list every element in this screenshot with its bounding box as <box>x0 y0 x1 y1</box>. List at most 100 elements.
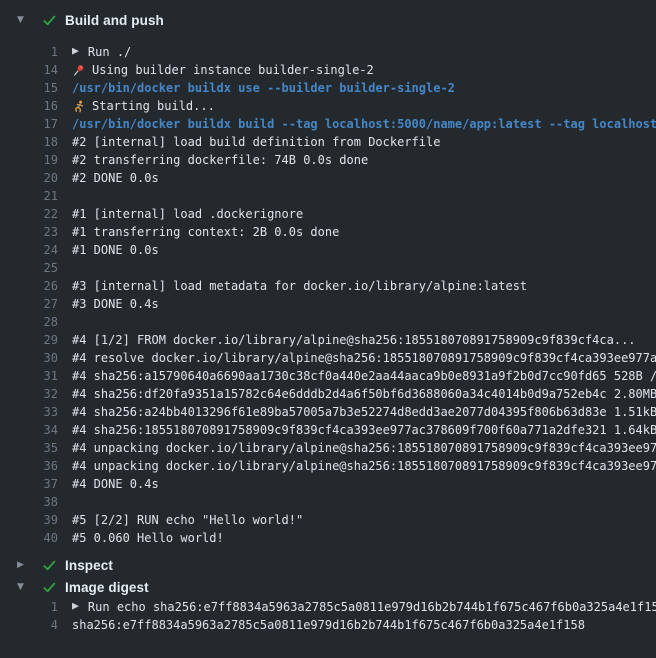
line-content: #4 unpacking docker.io/library/alpine@sh… <box>58 459 656 473</box>
log-line: 40 #5 0.060 Hello world! <box>0 529 656 547</box>
line-number[interactable]: 21 <box>0 189 58 203</box>
log-line: 22 #1 [internal] load .dockerignore <box>0 205 656 223</box>
line-content: #2 [internal] load build definition from… <box>58 135 656 149</box>
log-line: 15 /usr/bin/docker buildx use --builder … <box>0 79 656 97</box>
line-content: #2 transferring dockerfile: 74B 0.0s don… <box>58 153 656 167</box>
line-content: #4 sha256:185518070891758909c9f839cf4ca3… <box>58 423 656 437</box>
line-content: Starting build... <box>58 99 656 113</box>
line-number[interactable]: 1 <box>0 600 58 614</box>
line-number[interactable]: 35 <box>0 441 58 455</box>
line-number[interactable]: 20 <box>0 171 58 185</box>
line-number[interactable]: 28 <box>0 315 58 329</box>
line-number[interactable]: 30 <box>0 351 58 365</box>
log-line: 4 sha256:e7ff8834a5963a2785c5a0811e979d1… <box>0 616 656 634</box>
line-content: #5 [2/2] RUN echo "Hello world!" <box>58 513 656 527</box>
line-number[interactable]: 22 <box>0 207 58 221</box>
line-text: #4 sha256:a24bb4013296f61e89ba57005a7b3e… <box>72 405 656 419</box>
line-content: #1 transferring context: 2B 0.0s done <box>58 225 656 239</box>
section-header[interactable]: ▼ Image digest <box>0 576 656 598</box>
line-text: #4 unpacking docker.io/library/alpine@sh… <box>72 459 656 473</box>
line-text: #4 sha256:a15790640a6690aa1730c38cf0a440… <box>72 369 656 383</box>
disclosure-triangle-icon[interactable]: ▼ <box>17 576 42 598</box>
line-number[interactable]: 17 <box>0 117 58 131</box>
line-content: #1 [internal] load .dockerignore <box>58 207 656 221</box>
line-content: #4 sha256:a24bb4013296f61e89ba57005a7b3e… <box>58 405 656 419</box>
line-number[interactable]: 31 <box>0 369 58 383</box>
line-content: #4 unpacking docker.io/library/alpine@sh… <box>58 441 656 455</box>
line-number[interactable]: 25 <box>0 261 58 275</box>
line-number[interactable]: 40 <box>0 531 58 545</box>
play-icon[interactable]: ▶ <box>72 602 79 612</box>
line-content: ▶ Run echo sha256:e7ff8834a5963a2785c5a0… <box>58 600 656 614</box>
section-header[interactable]: ▼ Build and push <box>0 9 656 31</box>
play-icon[interactable]: ▶ <box>72 47 79 57</box>
log-line: 17 /usr/bin/docker buildx build --tag lo… <box>0 115 656 133</box>
line-number[interactable]: 39 <box>0 513 58 527</box>
line-text: #4 DONE 0.4s <box>72 477 159 491</box>
line-text: #5 [2/2] RUN echo "Hello world!" <box>72 513 303 527</box>
line-content: #3 DONE 0.4s <box>58 297 656 311</box>
line-content: #5 0.060 Hello world! <box>58 531 656 545</box>
log-line: 23 #1 transferring context: 2B 0.0s done <box>0 223 656 241</box>
runner-icon <box>72 100 85 113</box>
line-content: #4 sha256:df20fa9351a15782c64e6dddb2d4a6… <box>58 387 656 401</box>
section-header[interactable]: ▶ Inspect <box>0 554 656 576</box>
log-line: 36 #4 unpacking docker.io/library/alpine… <box>0 457 656 475</box>
line-content: sha256:e7ff8834a5963a2785c5a0811e979d16b… <box>58 618 656 632</box>
line-number[interactable]: 18 <box>0 135 58 149</box>
line-number[interactable]: 1 <box>0 45 58 59</box>
section-title: Image digest <box>65 580 149 595</box>
line-content: ▶ Run ./ <box>58 45 656 59</box>
line-number[interactable]: 24 <box>0 243 58 257</box>
log-line: 14 Using builder instance builder-single… <box>0 61 656 79</box>
log-line: 31 #4 sha256:a15790640a6690aa1730c38cf0a… <box>0 367 656 385</box>
line-number[interactable]: 32 <box>0 387 58 401</box>
line-text: #3 [internal] load metadata for docker.i… <box>72 279 527 293</box>
disclosure-triangle-icon[interactable]: ▶ <box>17 554 42 576</box>
line-number[interactable]: 36 <box>0 459 58 473</box>
line-text: #2 [internal] load build definition from… <box>72 135 440 149</box>
log-line: 34 #4 sha256:185518070891758909c9f839cf4… <box>0 421 656 439</box>
line-number[interactable]: 37 <box>0 477 58 491</box>
line-number[interactable]: 26 <box>0 279 58 293</box>
log-line: 38 <box>0 493 656 511</box>
log-line: 21 <box>0 187 656 205</box>
disclosure-triangle-icon[interactable]: ▼ <box>17 9 42 31</box>
log-line: 1 ▶ Run ./ <box>0 43 656 61</box>
log-section: ▼ Image digest 1 ▶ Run echo sha256:e7ff8… <box>0 576 656 634</box>
line-number[interactable]: 29 <box>0 333 58 347</box>
line-number[interactable]: 34 <box>0 423 58 437</box>
section-title: Inspect <box>65 558 113 573</box>
success-check-icon <box>42 580 65 595</box>
log-section: ▶ Inspect <box>0 554 656 576</box>
line-number[interactable]: 15 <box>0 81 58 95</box>
log-line: 18 #2 [internal] load build definition f… <box>0 133 656 151</box>
line-content: /usr/bin/docker buildx build --tag local… <box>58 117 656 131</box>
line-text: #1 [internal] load .dockerignore <box>72 207 303 221</box>
line-content: #4 [1/2] FROM docker.io/library/alpine@s… <box>58 333 656 347</box>
line-number[interactable]: 33 <box>0 405 58 419</box>
success-check-icon <box>42 13 65 28</box>
log-line: 35 #4 unpacking docker.io/library/alpine… <box>0 439 656 457</box>
line-text: #4 [1/2] FROM docker.io/library/alpine@s… <box>72 333 636 347</box>
line-number[interactable]: 19 <box>0 153 58 167</box>
log-line: 28 <box>0 313 656 331</box>
pushpin-icon <box>72 64 85 77</box>
line-text: Run echo sha256:e7ff8834a5963a2785c5a081… <box>88 600 656 614</box>
log-line: 32 #4 sha256:df20fa9351a15782c64e6dddb2d… <box>0 385 656 403</box>
line-content: #1 DONE 0.0s <box>58 243 656 257</box>
line-text: /usr/bin/docker buildx build --tag local… <box>72 117 656 131</box>
line-text: #2 transferring dockerfile: 74B 0.0s don… <box>72 153 368 167</box>
line-text: #4 unpacking docker.io/library/alpine@sh… <box>72 441 656 455</box>
line-content: #2 DONE 0.0s <box>58 171 656 185</box>
line-number[interactable]: 23 <box>0 225 58 239</box>
line-content: Using builder instance builder-single-2 <box>58 63 656 77</box>
line-number[interactable]: 16 <box>0 99 58 113</box>
line-number[interactable]: 14 <box>0 63 58 77</box>
line-number[interactable]: 27 <box>0 297 58 311</box>
line-content: #4 resolve docker.io/library/alpine@sha2… <box>58 351 656 365</box>
line-number[interactable]: 4 <box>0 618 58 632</box>
log-line: 29 #4 [1/2] FROM docker.io/library/alpin… <box>0 331 656 349</box>
log-line: 30 #4 resolve docker.io/library/alpine@s… <box>0 349 656 367</box>
line-number[interactable]: 38 <box>0 495 58 509</box>
